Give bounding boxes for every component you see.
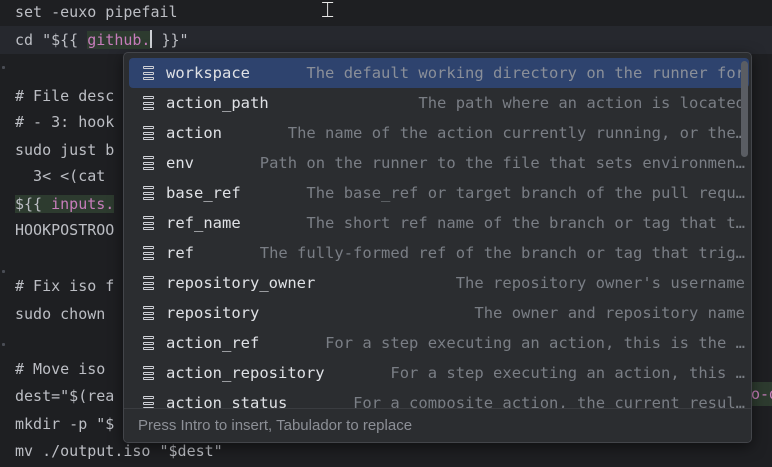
field-icon <box>140 124 158 142</box>
completion-item-description: The base_ref or target branch of the pul… <box>306 184 745 202</box>
completion-item[interactable]: action_status For a composite action, the… <box>129 388 749 408</box>
code-line-1[interactable]: set -euxo pipefail <box>15 0 178 26</box>
completion-item-description: For a composite action, the current resu… <box>353 394 745 408</box>
code-line[interactable]: ${{ inputs. <box>15 190 115 218</box>
completion-item-name: ref_name <box>166 214 241 232</box>
field-icon <box>140 334 158 352</box>
completion-list[interactable]: workspace The default working directory o… <box>124 58 751 408</box>
completion-popup[interactable]: workspace The default working directory o… <box>123 52 752 443</box>
completion-item-name: repository <box>166 304 260 322</box>
field-icon <box>140 154 158 172</box>
whitespace-dot <box>2 343 5 346</box>
completion-item-name: action_repository <box>166 364 325 382</box>
code-line-2[interactable]: cd "${{ github. }}" <box>15 26 189 54</box>
code-line-comment[interactable]: # File desc <box>15 82 114 110</box>
completion-item-name: action <box>166 124 222 142</box>
completion-item-description: The name of the action currently running… <box>287 124 745 142</box>
code-line-comment[interactable]: # - 3: hook <box>15 108 114 136</box>
completion-footer-hint: Press Intro to insert, Tabulador to repl… <box>124 408 751 442</box>
completion-item[interactable]: workspace The default working directory o… <box>129 58 749 88</box>
completion-item-name: action_path <box>166 94 269 112</box>
completion-item-name: workspace <box>166 64 250 82</box>
field-icon <box>140 64 158 82</box>
completion-item-description: The short ref name of the branch or tag … <box>306 214 745 232</box>
field-icon <box>140 214 158 232</box>
code-line[interactable]: sudo chown <box>15 300 114 328</box>
completion-item-description: For a step executing an action, this … <box>390 364 745 382</box>
field-icon <box>140 364 158 382</box>
completion-item[interactable]: repository_owner The repository owner's u… <box>129 268 749 298</box>
completion-item-name: action_ref <box>166 334 260 352</box>
code-fragment: o-d <box>749 382 772 406</box>
field-icon <box>140 94 158 112</box>
completion-item[interactable]: base_ref The base_ref or target branch of… <box>129 178 749 208</box>
code-line[interactable]: dest="$(rea <box>15 382 114 410</box>
completion-item[interactable]: action_path The path where an action is l… <box>129 88 749 118</box>
code-line-comment[interactable]: # Move iso <box>15 355 114 383</box>
completion-item-name: repository_owner <box>166 274 316 292</box>
field-icon <box>140 394 158 408</box>
code-line[interactable]: HOOKPOSTROO <box>15 216 114 244</box>
completion-item-description: The owner and repository name <box>474 304 745 322</box>
text-cursor-icon: ⌶ <box>321 0 335 23</box>
expression-text: inputs. <box>51 195 115 213</box>
completion-item[interactable]: action The name of the action currently r… <box>129 118 749 148</box>
completion-item-name: base_ref <box>166 184 241 202</box>
field-icon <box>140 274 158 292</box>
field-icon <box>140 304 158 322</box>
whitespace-dot <box>2 66 5 69</box>
completion-item-description: The fully-formed ref of the branch or ta… <box>259 244 745 262</box>
completion-item-name: env <box>166 154 194 172</box>
whitespace-dot <box>2 270 5 273</box>
completion-item[interactable]: action_repository For a step executing an… <box>129 358 749 388</box>
completion-item-name: action_status <box>166 394 288 408</box>
completion-item[interactable]: ref The fully-formed ref of the branch or… <box>129 238 749 268</box>
completion-item-description: The repository owner's username <box>455 274 745 292</box>
completion-item-description: The path where an action is located <box>418 94 745 112</box>
code-line[interactable]: mkdir -p "$ <box>15 410 114 438</box>
completion-item[interactable]: action_ref For a step executing an action… <box>129 328 749 358</box>
code-line[interactable]: sudo just b <box>15 136 114 164</box>
field-icon <box>140 244 158 262</box>
completion-item-name: ref <box>166 244 194 262</box>
completion-item[interactable]: repository The owner and repository name <box>129 298 749 328</box>
completion-item[interactable]: ref_name The short ref name of the branch… <box>129 208 749 238</box>
field-icon <box>140 184 158 202</box>
completion-item-description: Path on the runner to the file that sets… <box>259 154 745 172</box>
scrollbar[interactable] <box>741 61 748 157</box>
completion-item-description: The default working directory on the run… <box>306 64 745 82</box>
code-line[interactable]: 3< <(cat <box>15 162 114 190</box>
completion-item-description: For a step executing an action, this is … <box>325 334 745 352</box>
expression-text: github. <box>87 31 151 49</box>
completion-item[interactable]: env Path on the runner to the file that s… <box>129 148 749 178</box>
code-line-comment[interactable]: # Fix iso f <box>15 272 114 300</box>
